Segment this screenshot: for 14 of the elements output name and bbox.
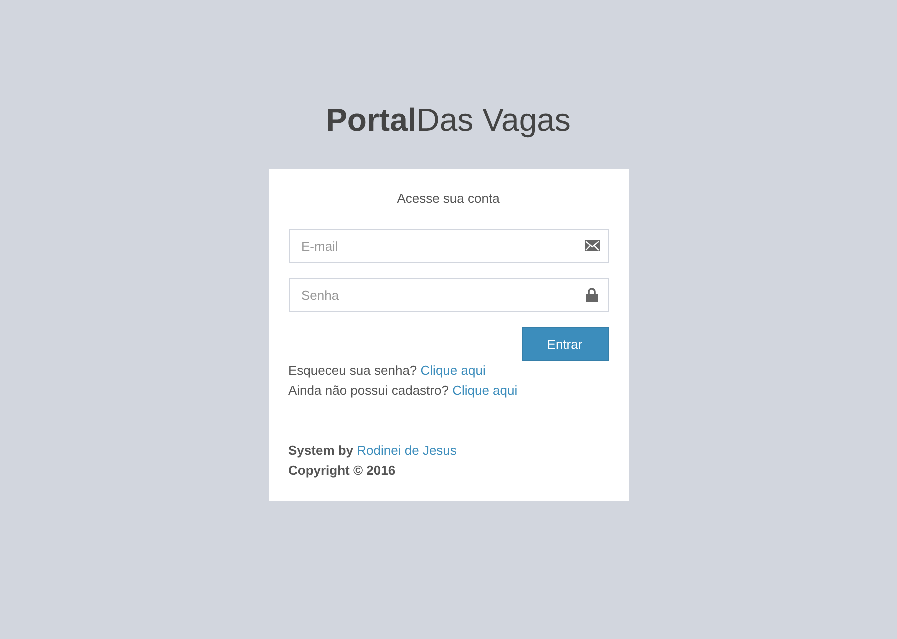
password-field[interactable]: Senha <box>288 278 608 312</box>
click-here-link[interactable]: Clique aqui <box>452 383 518 398</box>
account-help-text: Ainda não possui cadastro? Clique aqui <box>288 382 518 400</box>
author-link[interactable]: Rodinei de Jesus <box>357 443 457 458</box>
click-here-link[interactable]: Clique aqui <box>420 363 486 378</box>
login-message: Acesse sua conta <box>397 190 500 208</box>
lock-icon <box>586 288 598 302</box>
account-help-text: Esqueceu sua senha? Clique aqui <box>288 362 486 380</box>
copyright-text: Copyright © 2016 <box>288 462 396 480</box>
credit-text: System by Rodinei de Jesus <box>288 442 457 460</box>
envelope-icon <box>584 240 600 252</box>
email-field[interactable]: E-mail <box>288 229 608 263</box>
login-button[interactable]: Entrar <box>522 327 608 361</box>
logo: PortalDas Vagas <box>326 101 571 140</box>
